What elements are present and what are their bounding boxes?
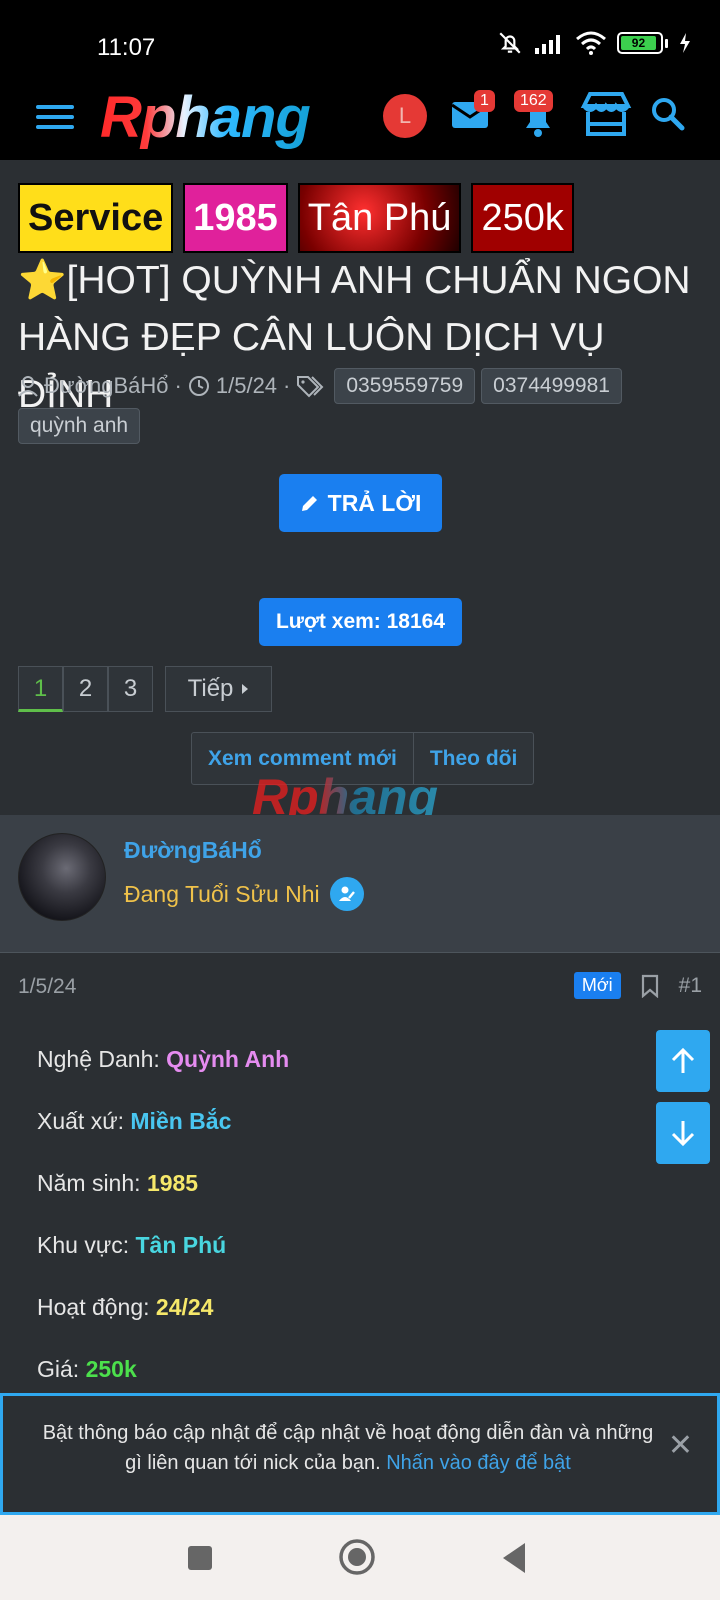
thread-prefix-labels: Service 1985 Tân Phú 250k — [18, 183, 574, 253]
bookmark-icon[interactable] — [641, 974, 659, 998]
battery-level: 92 — [621, 36, 656, 50]
field-label: Xuất xứ: — [37, 1108, 124, 1134]
signal-icon — [535, 35, 560, 54]
scroll-top-button[interactable] — [656, 1030, 710, 1092]
search-button[interactable] — [650, 96, 686, 137]
charging-icon — [680, 33, 690, 53]
user-title-row: Đang Tuổi Sửu Nhi — [124, 877, 364, 911]
wifi-icon — [576, 31, 606, 55]
store-button[interactable] — [580, 90, 632, 143]
notification-message: Bật thông báo cập nhật để cập nhật về ho… — [33, 1418, 663, 1478]
tag-chip[interactable]: 0359559759 — [334, 368, 476, 404]
next-page-button[interactable]: Tiếp — [165, 666, 272, 712]
thread-author[interactable]: ĐườngBáHổ — [44, 373, 169, 399]
field-stage-name: Nghệ Danh: Quỳnh Anh — [37, 1046, 289, 1073]
field-price: Giá: 250k — [37, 1356, 137, 1383]
back-icon[interactable] — [500, 1541, 528, 1575]
label-price[interactable]: 250k — [471, 183, 574, 253]
arrow-up-icon — [671, 1047, 695, 1073]
site-logo[interactable]: Rphang — [100, 84, 311, 151]
reply-button[interactable]: TRẢ LỜI — [279, 474, 442, 532]
system-navigation-bar — [0, 1515, 720, 1600]
tag-chip[interactable]: 0374499981 — [481, 368, 622, 404]
thread-author-group: ĐườngBáHổ — [18, 373, 169, 399]
alerts-button[interactable]: 162 — [514, 90, 558, 145]
caret-right-icon — [242, 684, 249, 694]
label-area[interactable]: Tân Phú — [297, 183, 462, 253]
arrow-down-icon — [671, 1121, 695, 1147]
home-icon[interactable] — [337, 1537, 377, 1577]
enable-notifications-link[interactable]: Nhấn vào đây để bật — [386, 1452, 571, 1474]
thread-date[interactable]: 1/5/24 — [216, 373, 277, 399]
field-hours: Hoạt động: 24/24 — [37, 1294, 213, 1321]
pencil-icon — [301, 496, 317, 511]
user-icon — [18, 376, 38, 397]
view-count-badge: Lượt xem: 18164 — [259, 598, 462, 646]
label-service[interactable]: Service — [18, 183, 174, 253]
account-avatar[interactable]: L — [383, 94, 427, 138]
verified-user-icon — [329, 877, 364, 911]
push-notification-banner: Bật thông báo cập nhật để cập nhật về ho… — [0, 1393, 720, 1515]
clock: 11:07 — [97, 34, 156, 61]
field-label: Năm sinh: — [37, 1170, 141, 1196]
field-origin: Xuất xứ: Miền Bắc — [37, 1108, 231, 1135]
alerts-badge: 162 — [514, 90, 553, 112]
post-number[interactable]: #1 — [679, 974, 702, 998]
store-icon — [580, 92, 632, 136]
tags-icon — [297, 376, 324, 398]
field-area: Khu vực: Tân Phú — [37, 1232, 226, 1259]
meta-separator: · — [174, 373, 182, 398]
page-2-button[interactable]: 2 — [63, 666, 108, 712]
top-navigation: Rphang L 1 162 — [0, 80, 720, 160]
post-username[interactable]: ĐườngBáHổ — [124, 837, 262, 864]
field-label: Khu vực: — [37, 1232, 130, 1258]
mute-bell-icon — [499, 32, 521, 54]
field-value: Tân Phú — [135, 1232, 227, 1258]
field-value: 1985 — [146, 1170, 199, 1196]
user-title: Đang Tuổi Sửu Nhi — [124, 880, 320, 907]
page-3-button[interactable]: 3 — [108, 666, 153, 712]
post-date[interactable]: 1/5/24 — [18, 975, 76, 999]
search-icon — [652, 98, 685, 131]
status-icons: 92 — [497, 30, 692, 56]
clock-icon — [188, 376, 209, 396]
field-value: 250k — [85, 1356, 137, 1382]
post-controls: Mới #1 — [573, 972, 702, 999]
next-page-label: Tiếp — [187, 675, 234, 702]
field-value: Miền Bắc — [130, 1108, 232, 1134]
pagination: 1 2 3 Tiếp — [18, 666, 272, 712]
status-bar: 11:07 92 — [0, 0, 720, 80]
field-label: Giá: — [37, 1356, 80, 1382]
user-avatar[interactable] — [18, 833, 106, 921]
inbox-button[interactable]: 1 — [450, 90, 495, 137]
label-year[interactable]: 1985 — [183, 183, 288, 253]
thread-meta: ĐườngBáHổ · 1/5/24 · 0359559759 03744999… — [18, 368, 708, 444]
page-1-button[interactable]: 1 — [18, 666, 63, 712]
menu-icon[interactable] — [36, 101, 74, 139]
battery-icon: 92 — [617, 32, 668, 54]
thread-date-group: 1/5/24 — [188, 373, 277, 399]
field-value: Quỳnh Anh — [166, 1046, 290, 1072]
new-post-badge: Mới — [573, 972, 621, 999]
field-value: 24/24 — [155, 1294, 214, 1320]
scroll-bottom-button[interactable] — [656, 1102, 710, 1164]
inbox-badge: 1 — [474, 90, 495, 112]
field-label: Nghệ Danh: — [37, 1046, 160, 1072]
reply-label: TRẢ LỜI — [327, 489, 422, 516]
tag-chip[interactable]: quỳnh anh — [18, 408, 141, 444]
recents-icon[interactable] — [186, 1544, 214, 1572]
post-user-card: ĐườngBáHổ Đang Tuổi Sửu Nhi — [0, 815, 720, 953]
field-birth-year: Năm sinh: 1985 — [37, 1170, 198, 1197]
meta-separator: · — [283, 373, 291, 398]
close-icon[interactable]: ✕ — [668, 1428, 693, 1463]
field-label: Hoạt động: — [37, 1294, 150, 1320]
